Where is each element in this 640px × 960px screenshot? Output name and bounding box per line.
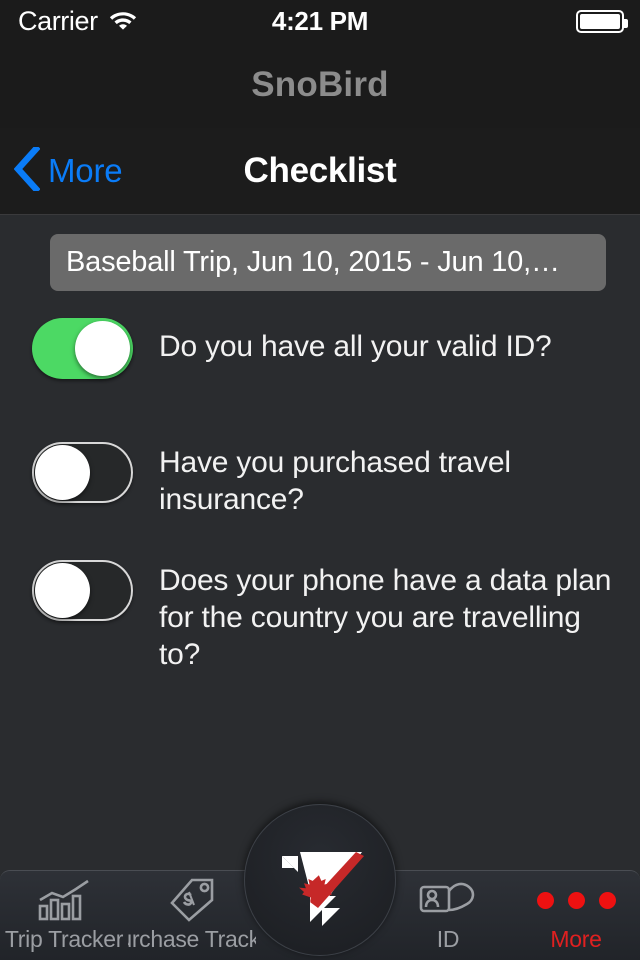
dot: [567, 891, 585, 909]
checklist-item-label: Does your phone have a data plan for the…: [159, 564, 612, 672]
app-title-bar: SnoBird: [0, 42, 640, 128]
checklist-item: Does your phone have a data plan for the…: [0, 556, 640, 674]
tab-purchase-tracker[interactable]: Purchase Tracker: [128, 871, 256, 960]
id-card-hand-icon: [418, 878, 478, 922]
checklist-item: Have you purchased travel insurance?: [0, 438, 640, 534]
dot: [536, 891, 554, 909]
checklist-toggle-travel-insurance[interactable]: [32, 442, 133, 503]
tab-id[interactable]: ID: [384, 871, 512, 960]
bar-chart-icon: [36, 878, 92, 922]
checklist-item: Do you have all your valid ID?: [0, 314, 640, 410]
checklist-toggle-valid-id[interactable]: [32, 318, 133, 379]
clock-label: 4:21 PM: [271, 5, 369, 36]
battery-icon: [576, 9, 628, 33]
tab-label: More: [550, 926, 602, 952]
checklist-toggle-data-plan[interactable]: [32, 560, 133, 621]
snobird-logo-button[interactable]: [244, 804, 396, 956]
toggle-knob: [75, 321, 130, 376]
tab-label: ID: [436, 926, 460, 952]
tab-trip-tracker[interactable]: Trip Tracker: [0, 871, 128, 960]
checklist: Do you have all your valid ID? Have you …: [0, 314, 640, 696]
snobird-logo-icon: [264, 822, 376, 939]
tab-more[interactable]: More: [512, 871, 640, 960]
page-title: Checklist: [243, 151, 397, 190]
tab-label: Trip Tracker: [4, 926, 124, 952]
checklist-item-label: Do you have all your valid ID?: [159, 330, 552, 363]
trip-selector[interactable]: Baseball Trip, Jun 10, 2015 - Jun 10,…: [50, 234, 606, 291]
trip-selector-value: Baseball Trip, Jun 10, 2015 - Jun 10,…: [66, 246, 560, 278]
price-tag-icon: [167, 878, 217, 922]
battery-fill: [580, 13, 620, 29]
toggle-knob: [35, 563, 90, 618]
three-dots-icon: [536, 878, 616, 922]
status-bar: Carrier 4:21 PM: [0, 0, 640, 42]
app-title: SnoBird: [251, 65, 389, 104]
dots-group: [536, 878, 616, 922]
tab-label: Purchase Tracker: [128, 926, 256, 952]
tab-bar: Trip Tracker Purchase Tracker: [0, 804, 640, 960]
app-screen: Carrier 4:21 PM SnoBird More Checklist B…: [0, 0, 640, 960]
checklist-item-label: Have you purchased travel insurance?: [159, 446, 511, 517]
content-area: Baseball Trip, Jun 10, 2015 - Jun 10,… D…: [0, 216, 640, 870]
navigation-bar: More Checklist: [0, 128, 640, 215]
status-bar-right: [576, 0, 628, 42]
dot: [598, 891, 616, 909]
toggle-knob: [35, 445, 90, 500]
